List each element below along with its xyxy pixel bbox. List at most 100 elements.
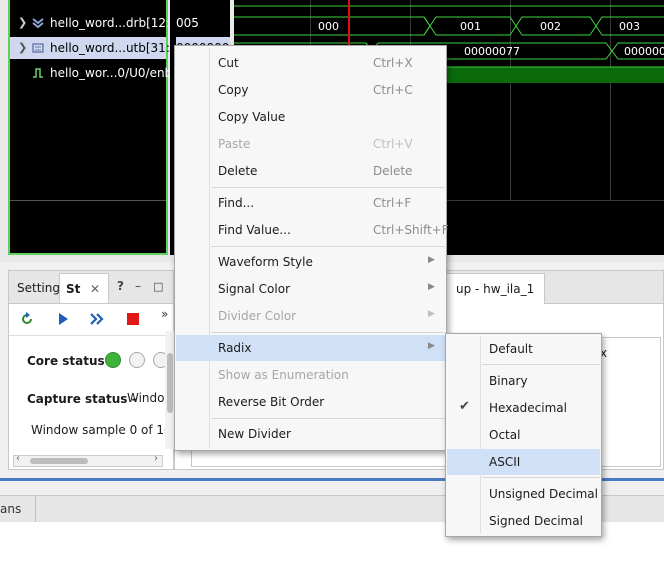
- status-led-off-icon: [129, 352, 145, 368]
- menu-item-label: Reverse Bit Order: [218, 395, 325, 409]
- menu-item-find[interactable]: Find... Ctrl+F: [176, 190, 445, 216]
- overflow-chevron-icon[interactable]: »: [161, 307, 168, 321]
- menu-item-delete[interactable]: Delete Delete: [176, 158, 445, 184]
- menu-separator: [211, 418, 445, 419]
- bus-value-label: 000: [318, 20, 339, 33]
- minimize-icon[interactable]: –: [135, 279, 141, 293]
- tab-status-label: St: [66, 282, 81, 296]
- tab-status[interactable]: St ✕: [59, 273, 109, 303]
- menu-item-shortcut: Ctrl+Shift+F: [373, 223, 449, 237]
- tab-settings[interactable]: Setting: [11, 273, 66, 303]
- bus-icon: [32, 43, 44, 53]
- horizontal-scrollbar[interactable]: ‹ ›: [13, 453, 163, 467]
- menu-item-copy[interactable]: Copy Ctrl+C: [176, 77, 445, 103]
- run-trigger-icon[interactable]: [55, 311, 71, 327]
- menu-item-radix[interactable]: Radix ▶: [176, 335, 445, 361]
- bus-value-label: 0000002: [624, 45, 664, 58]
- menu-separator: [482, 477, 600, 478]
- menu-item-hexadecimal[interactable]: ✔ Hexadecimal: [447, 395, 600, 421]
- checkmark-icon: ✔: [459, 399, 470, 414]
- close-icon[interactable]: ✕: [90, 274, 100, 304]
- menu-item-label: Default: [489, 342, 533, 356]
- maximize-icon[interactable]: □: [153, 280, 163, 293]
- signal-row[interactable]: hello_wor...0/U0/enb: [10, 62, 172, 84]
- menu-item-label: Find Value...: [218, 223, 291, 237]
- run-immediate-icon[interactable]: [89, 311, 105, 327]
- submenu-arrow-icon: ▶: [428, 255, 435, 265]
- menu-item-show-as-enumeration: Show as Enumeration: [176, 362, 445, 388]
- chevron-right-icon[interactable]: ❯: [18, 12, 27, 34]
- menu-item-label: New Divider: [218, 427, 291, 441]
- menu-item-label: Cut: [218, 56, 239, 70]
- menu-item-label: Octal: [489, 428, 521, 442]
- window-sample-text: Window sample 0 of 102: [31, 423, 180, 437]
- menu-item-shortcut: Ctrl+V: [373, 137, 413, 151]
- menu-item-label: ASCII: [489, 455, 521, 469]
- signal-name-panel: ❯ hello_word...drb[12:2] ❯ hello_word...…: [8, 0, 182, 255]
- bus-icon: [32, 18, 44, 29]
- menu-item-cut[interactable]: Cut Ctrl+X: [176, 50, 445, 76]
- core-status-label: Core status: [27, 354, 105, 368]
- menu-item-label: Radix: [218, 341, 252, 355]
- scroll-thumb[interactable]: [30, 458, 88, 464]
- menu-item-ascii[interactable]: ASCII: [447, 449, 600, 475]
- chevron-right-icon[interactable]: ❯: [18, 37, 27, 59]
- signal-name: hello_word...drb[12:2]: [50, 16, 183, 30]
- menu-item-signal-color[interactable]: Signal Color ▶: [176, 276, 445, 302]
- menu-item-reverse-bit-order[interactable]: Reverse Bit Order: [176, 389, 445, 415]
- menu-item-binary[interactable]: Binary: [447, 368, 600, 394]
- menu-item-label: Waveform Style: [218, 255, 313, 269]
- bus-value-label: 00000077: [464, 45, 520, 58]
- stop-icon[interactable]: [125, 311, 141, 327]
- menu-separator: [211, 332, 445, 333]
- scroll-thumb[interactable]: [167, 353, 173, 413]
- menu-item-label: Unsigned Decimal: [489, 487, 598, 501]
- help-icon[interactable]: ?: [117, 279, 124, 293]
- menu-item-octal[interactable]: Octal: [447, 422, 600, 448]
- bus-value-label: 002: [540, 20, 561, 33]
- menu-item-copy-value[interactable]: Copy Value: [176, 104, 445, 130]
- menu-item-shortcut: Ctrl+X: [373, 56, 413, 70]
- menu-item-label: Find...: [218, 196, 255, 210]
- menu-item-signed-decimal[interactable]: Signed Decimal: [447, 508, 600, 534]
- menu-separator: [482, 364, 600, 365]
- menu-item-divider-color: Divider Color ▶: [176, 303, 445, 329]
- bus-trace-1: 000 001 002 003: [234, 16, 664, 36]
- signal-row-selected[interactable]: ❯ hello_word...utb[31:0]: [10, 37, 182, 59]
- menu-item-unsigned-decimal[interactable]: Unsigned Decimal: [447, 481, 600, 507]
- menu-item-label: Delete: [218, 164, 258, 178]
- bus-value-label: 001: [460, 20, 481, 33]
- menu-separator: [211, 187, 445, 188]
- divider-line: [10, 200, 166, 201]
- capture-status-value: Windo: [127, 391, 165, 405]
- panel-toolbar: »: [9, 305, 173, 336]
- menu-item-shortcut: Ctrl+F: [373, 196, 412, 210]
- submenu-arrow-icon: ▶: [428, 282, 435, 292]
- menu-item-shortcut: Delete: [373, 164, 413, 178]
- menu-item-label: Show as Enumeration: [218, 368, 349, 382]
- menu-item-default[interactable]: Default: [447, 336, 600, 362]
- menu-item-label: Divider Color: [218, 309, 297, 323]
- status-led-green-icon: [105, 352, 121, 368]
- menu-item-label: Hexadecimal: [489, 401, 567, 415]
- menu-item-new-divider[interactable]: New Divider: [176, 421, 445, 447]
- radix-submenu: Default Binary ✔ Hexadecimal Octal ASCII…: [445, 333, 602, 537]
- tab-bottom[interactable]: ans: [0, 496, 37, 522]
- menu-item-find-value[interactable]: Find Value... Ctrl+Shift+F: [176, 217, 449, 243]
- signal-name: hello_wor...0/U0/enb: [50, 66, 173, 80]
- panel-tab-bar: Setting St ✕ ? – □: [9, 271, 173, 304]
- menu-item-waveform-style[interactable]: Waveform Style ▶: [176, 249, 445, 275]
- tab-trigger-setup[interactable]: up - hw_ila_1: [445, 273, 546, 304]
- signal-row[interactable]: ❯ hello_word...drb[12:2]: [10, 12, 182, 34]
- menu-item-label: Signal Color: [218, 282, 291, 296]
- menu-item-label: Copy Value: [218, 110, 286, 124]
- refresh-icon[interactable]: [19, 311, 35, 327]
- menu-item-label: Copy: [218, 83, 249, 97]
- capture-status-label: Capture status -: [27, 392, 137, 406]
- signal-value: 005: [176, 16, 199, 30]
- submenu-arrow-icon: ▶: [428, 309, 435, 319]
- bus-value-label: 003: [619, 20, 640, 33]
- scroll-left-icon[interactable]: ‹: [16, 453, 20, 464]
- scroll-right-icon[interactable]: ›: [154, 453, 158, 464]
- bit-signal-icon: [33, 68, 43, 78]
